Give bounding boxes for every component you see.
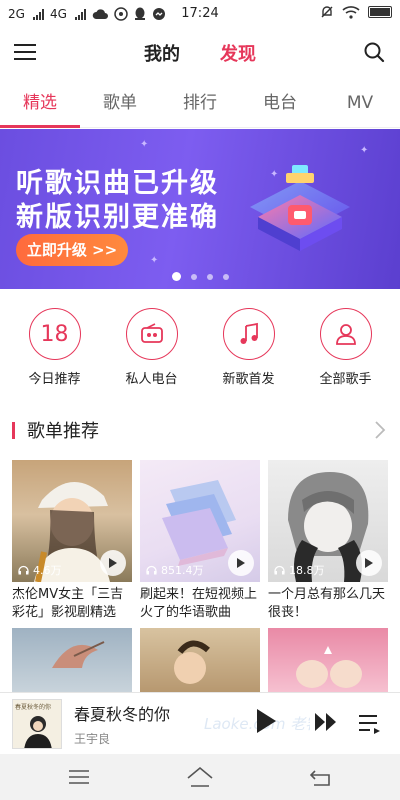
tab-charts[interactable]: 排行 <box>160 78 240 127</box>
album-cover-caption: 春夏秋冬的你 <box>15 703 52 711</box>
menu-icon[interactable] <box>14 42 36 62</box>
playlist-cover: 851.4万 <box>140 460 260 582</box>
calendar-icon: 18 <box>28 308 81 360</box>
headphones-icon <box>146 565 157 575</box>
play-count: 4.6万 <box>18 562 62 578</box>
play-icon[interactable] <box>100 550 126 576</box>
play-icon[interactable] <box>356 550 382 576</box>
playlist-title: 一个月总有那么几天很丧！ <box>268 587 386 620</box>
playlist-card[interactable] <box>268 628 388 692</box>
artist-name: 王宇良 <box>74 731 111 746</box>
playlist-card[interactable] <box>140 628 260 692</box>
playlist-section-header[interactable]: 歌单推荐 <box>0 412 400 448</box>
status-right <box>320 5 392 19</box>
quick-entry-singers[interactable]: 全部歌手 <box>306 308 386 394</box>
carousel-dot[interactable] <box>171 272 181 281</box>
next-track-icon[interactable] <box>314 711 338 733</box>
playlist-cover <box>140 628 260 692</box>
playlist-title: 杰伦MV女主「三吉彩花」影视剧精选 <box>12 587 124 620</box>
carousel-dot[interactable] <box>206 273 213 280</box>
status-bar: 2G 4G 17:24 <box>0 0 400 28</box>
mute-icon <box>321 6 333 18</box>
search-icon[interactable] <box>362 40 386 64</box>
back-icon[interactable] <box>310 767 332 787</box>
playlist-cover <box>268 628 388 692</box>
mini-player[interactable]: 春夏秋冬的你 春夏秋冬的你 王宇良 Laoke.com 老客 <box>0 692 400 754</box>
music-note-icon <box>222 308 275 360</box>
section-title: 歌单推荐 <box>27 421 99 442</box>
now-playing-meta[interactable]: 春夏秋冬的你 王宇良 <box>74 701 170 747</box>
carousel-dot[interactable] <box>190 273 197 280</box>
carousel-dot[interactable] <box>222 273 229 280</box>
home-icon[interactable] <box>186 766 214 788</box>
playlist-card[interactable]: 18.8万 一个月总有那么几天很丧！ <box>268 460 388 622</box>
play-icon[interactable] <box>228 550 254 576</box>
recent-apps-icon[interactable] <box>68 769 90 785</box>
cover-art-bird <box>52 641 105 668</box>
playlist-cover: 18.8万 <box>268 460 388 582</box>
quick-entry-label: 新歌首发 <box>222 372 275 387</box>
playlist-queue-icon[interactable] <box>358 713 382 735</box>
calendar-day: 18 <box>40 321 69 347</box>
play-count-value: 4.6万 <box>33 564 62 577</box>
top-bar: 我的 发现 <box>0 28 400 78</box>
section-accent-bar <box>12 421 15 439</box>
playlist-card[interactable]: 851.4万 刷起来！在短视频上火了的华语歌曲 <box>140 460 260 622</box>
app-tile-illustration <box>250 165 350 251</box>
chevron-right-icon[interactable] <box>374 420 386 440</box>
radio-icon <box>125 308 178 360</box>
wifi-icon <box>342 5 360 19</box>
quick-entry-radio[interactable]: 私人电台 <box>112 308 192 394</box>
system-nav-bar <box>0 754 400 800</box>
banner-title-line2: 新版识别更准确 <box>16 202 219 233</box>
play-count-value: 851.4万 <box>161 564 204 577</box>
tab-playlists[interactable]: 歌单 <box>80 78 160 127</box>
battery-icon <box>368 6 392 18</box>
playlist-cover: 4.6万 <box>12 460 132 582</box>
tab-radio[interactable]: 电台 <box>240 78 320 127</box>
quick-entry-new-songs[interactable]: 新歌首发 <box>209 308 289 394</box>
quick-entry-label: 全部歌手 <box>319 372 372 387</box>
cover-art-pink-anime <box>296 646 362 688</box>
play-count-value: 18.8万 <box>289 564 325 577</box>
headphones-icon <box>274 565 285 575</box>
quick-entry-daily[interactable]: 18 今日推荐 <box>15 308 95 394</box>
tab-featured[interactable]: 精选 <box>0 78 80 128</box>
cover-art-couple <box>174 640 210 684</box>
sparkle-icon: ✦ <box>150 255 159 266</box>
playlist-card[interactable] <box>12 628 132 692</box>
tab-mine[interactable]: 我的 <box>144 40 180 66</box>
tab-discover[interactable]: 发现 <box>220 40 256 66</box>
person-icon <box>319 308 372 360</box>
category-tabs: 精选 歌单 排行 电台 MV <box>0 78 400 128</box>
quick-entry-label: 私人电台 <box>125 372 178 387</box>
playlist-card[interactable]: 4.6万 杰伦MV女主「三吉彩花」影视剧精选 <box>12 460 132 622</box>
promo-banner[interactable]: ✦ ✦ ✦ ✦ 听歌识曲已升级 新版识别更准确 立即升级 >> <box>0 129 400 289</box>
song-title: 春夏秋冬的你 <box>74 704 171 724</box>
headphones-icon <box>18 565 29 575</box>
upgrade-button[interactable]: 立即升级 >> <box>16 234 128 266</box>
tab-mv[interactable]: MV <box>320 78 400 127</box>
carousel-indicator[interactable] <box>0 272 400 281</box>
quick-entries: 18 今日推荐 私人电台 新歌首发 全部歌手 <box>0 290 400 394</box>
playlist-cover <box>12 628 132 692</box>
play-icon[interactable] <box>254 707 278 735</box>
album-cover[interactable]: 春夏秋冬的你 <box>12 698 62 749</box>
quick-entry-label: 今日推荐 <box>28 372 81 387</box>
playlist-title: 刷起来！在短视频上火了的华语歌曲 <box>140 587 258 620</box>
sparkle-icon: ✦ <box>140 139 149 150</box>
play-count: 851.4万 <box>146 562 204 578</box>
play-count: 18.8万 <box>274 562 325 578</box>
